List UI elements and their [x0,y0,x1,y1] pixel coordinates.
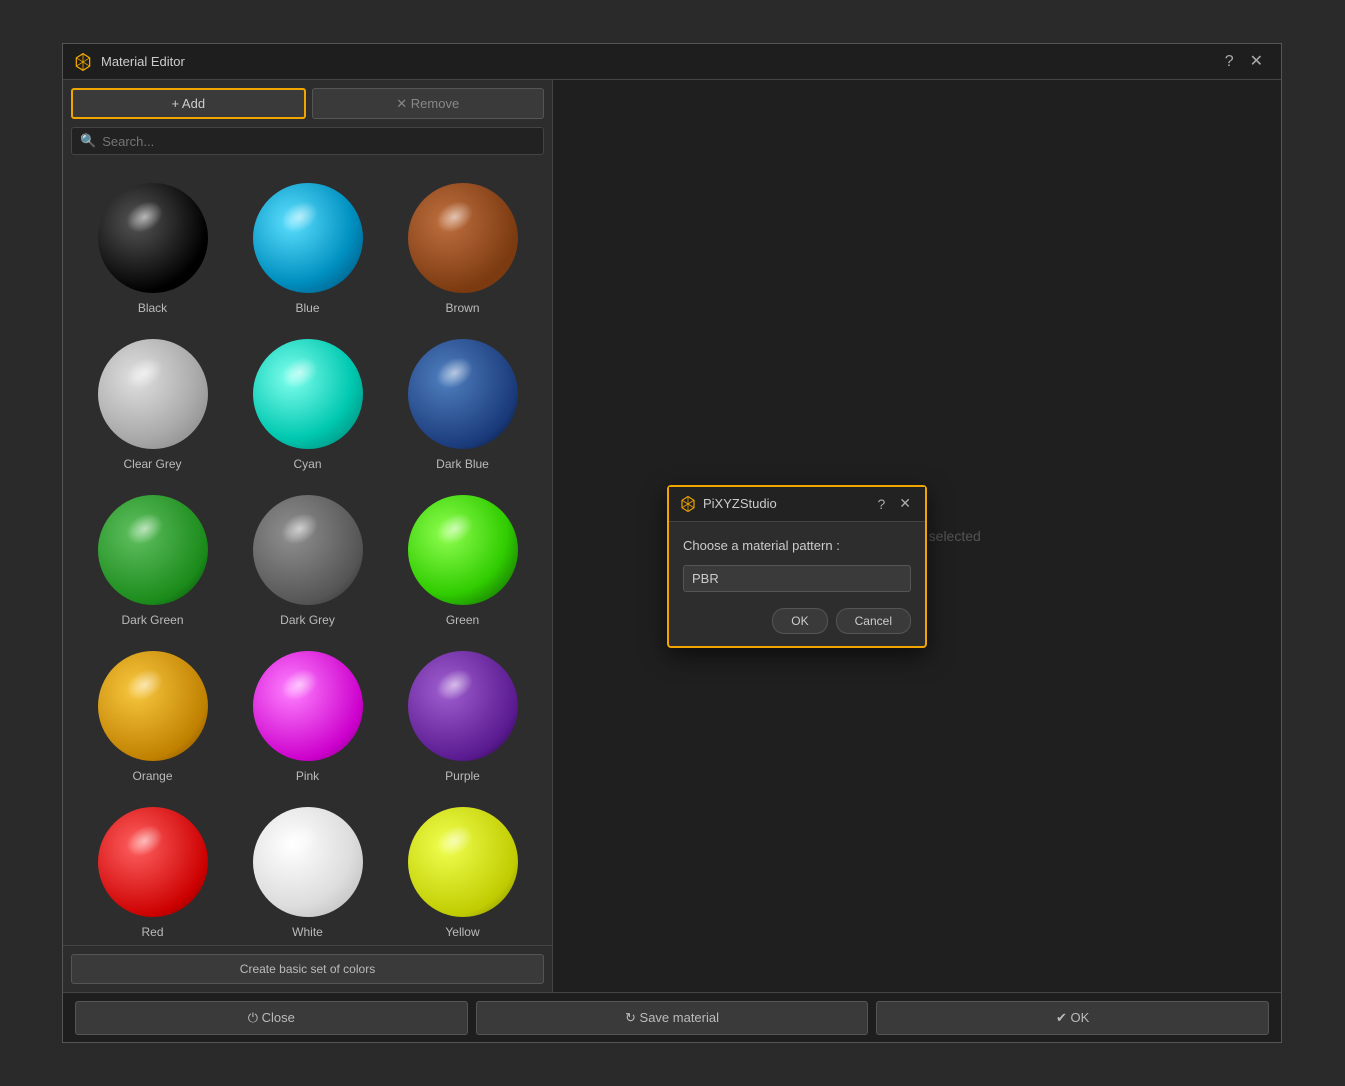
footer-close-button[interactable]: ⏻ Close [75,1001,468,1035]
app-logo-icon [73,52,93,72]
titlebar: Material Editor ? ✕ [63,44,1281,80]
sphere-brown [408,183,518,293]
pattern-select[interactable]: PBR Phong Unlit [683,565,911,592]
remove-button[interactable]: ✕ Remove [312,88,545,119]
sphere-green [408,495,518,605]
dialog-cancel-button[interactable]: Cancel [836,608,911,634]
dialog-titlebar: PiXYZStudio ? ✕ [669,487,925,522]
material-item-green[interactable]: Green [385,483,540,639]
dialog-help-button[interactable]: ? [873,496,889,512]
material-item-darkblue[interactable]: Dark Blue [385,327,540,483]
material-item-yellow[interactable]: Yellow [385,795,540,945]
sphere-yellow [408,807,518,917]
material-label-cyan: Cyan [293,457,321,471]
dialog-logo-icon [679,495,697,513]
sphere-black [98,183,208,293]
material-pattern-dialog: PiXYZStudio ? ✕ Choose a material patter… [667,485,927,648]
footer: ⏻ Close ↻ Save material ✔ OK [63,992,1281,1042]
material-label-green: Green [446,613,479,627]
sphere-purple [408,651,518,761]
material-label-yellow: Yellow [445,925,479,939]
create-basic-set-button[interactable]: Create basic set of colors [71,954,544,984]
sphere-cyan [253,339,363,449]
search-icon: 🔍 [80,133,96,149]
dialog-body: Choose a material pattern : PBR Phong Un… [669,522,925,646]
material-label-cleargrey: Clear Grey [123,457,181,471]
sphere-pink [253,651,363,761]
help-button[interactable]: ? [1217,54,1242,70]
material-label-black: Black [138,301,167,315]
material-item-black[interactable]: Black [75,171,230,327]
right-panel: No Material selected PiXYZStudio ? ✕ Ch [553,80,1281,992]
sphere-white [253,807,363,917]
sphere-orange [98,651,208,761]
dialog-prompt: Choose a material pattern : [683,538,911,553]
toolbar: + Add ✕ Remove [63,80,552,127]
sphere-blue [253,183,363,293]
bottom-bar-left: Create basic set of colors [63,945,552,992]
search-input[interactable] [102,134,535,149]
material-label-darkgrey: Dark Grey [280,613,335,627]
material-label-brown: Brown [445,301,479,315]
sphere-darkblue [408,339,518,449]
material-item-cleargrey[interactable]: Clear Grey [75,327,230,483]
close-window-button[interactable]: ✕ [1242,54,1271,70]
material-item-purple[interactable]: Purple [385,639,540,795]
material-item-darkgreen[interactable]: Dark Green [75,483,230,639]
add-button[interactable]: + Add [71,88,306,119]
material-item-orange[interactable]: Orange [75,639,230,795]
search-bar: 🔍 [71,127,544,155]
material-item-darkgrey[interactable]: Dark Grey [230,483,385,639]
material-label-white: White [292,925,323,939]
sphere-darkgrey [253,495,363,605]
material-item-blue[interactable]: Blue [230,171,385,327]
material-label-blue: Blue [295,301,319,315]
window-body: + Add ✕ Remove 🔍 Black Blue Brown Clear Gre… [63,80,1281,992]
window-title: Material Editor [101,54,1217,69]
material-editor-window: Material Editor ? ✕ + Add ✕ Remove 🔍 Bla… [62,43,1282,1043]
footer-save-button[interactable]: ↻ Save material [476,1001,869,1035]
footer-ok-button[interactable]: ✔ OK [876,1001,1269,1035]
dialog-actions: OK Cancel [683,608,911,634]
dialog-close-button[interactable]: ✕ [895,495,915,512]
material-item-brown[interactable]: Brown [385,171,540,327]
dialog-ok-button[interactable]: OK [772,608,827,634]
material-item-red[interactable]: Red [75,795,230,945]
dialog-overlay: PiXYZStudio ? ✕ Choose a material patter… [553,80,1281,992]
material-label-pink: Pink [296,769,319,783]
materials-grid: Black Blue Brown Clear Grey Cyan Dark Blue Dar… [63,163,552,945]
material-item-pink[interactable]: Pink [230,639,385,795]
sphere-darkgreen [98,495,208,605]
material-item-white[interactable]: White [230,795,385,945]
sphere-cleargrey [98,339,208,449]
material-label-red: Red [141,925,163,939]
material-label-darkblue: Dark Blue [436,457,489,471]
sphere-red [98,807,208,917]
material-label-purple: Purple [445,769,480,783]
dialog-select-row: PBR Phong Unlit [683,565,911,592]
material-label-orange: Orange [132,769,172,783]
material-item-cyan[interactable]: Cyan [230,327,385,483]
material-label-darkgreen: Dark Green [121,613,183,627]
left-panel: + Add ✕ Remove 🔍 Black Blue Brown Clear Gre… [63,80,553,992]
dialog-title: PiXYZStudio [703,496,867,511]
